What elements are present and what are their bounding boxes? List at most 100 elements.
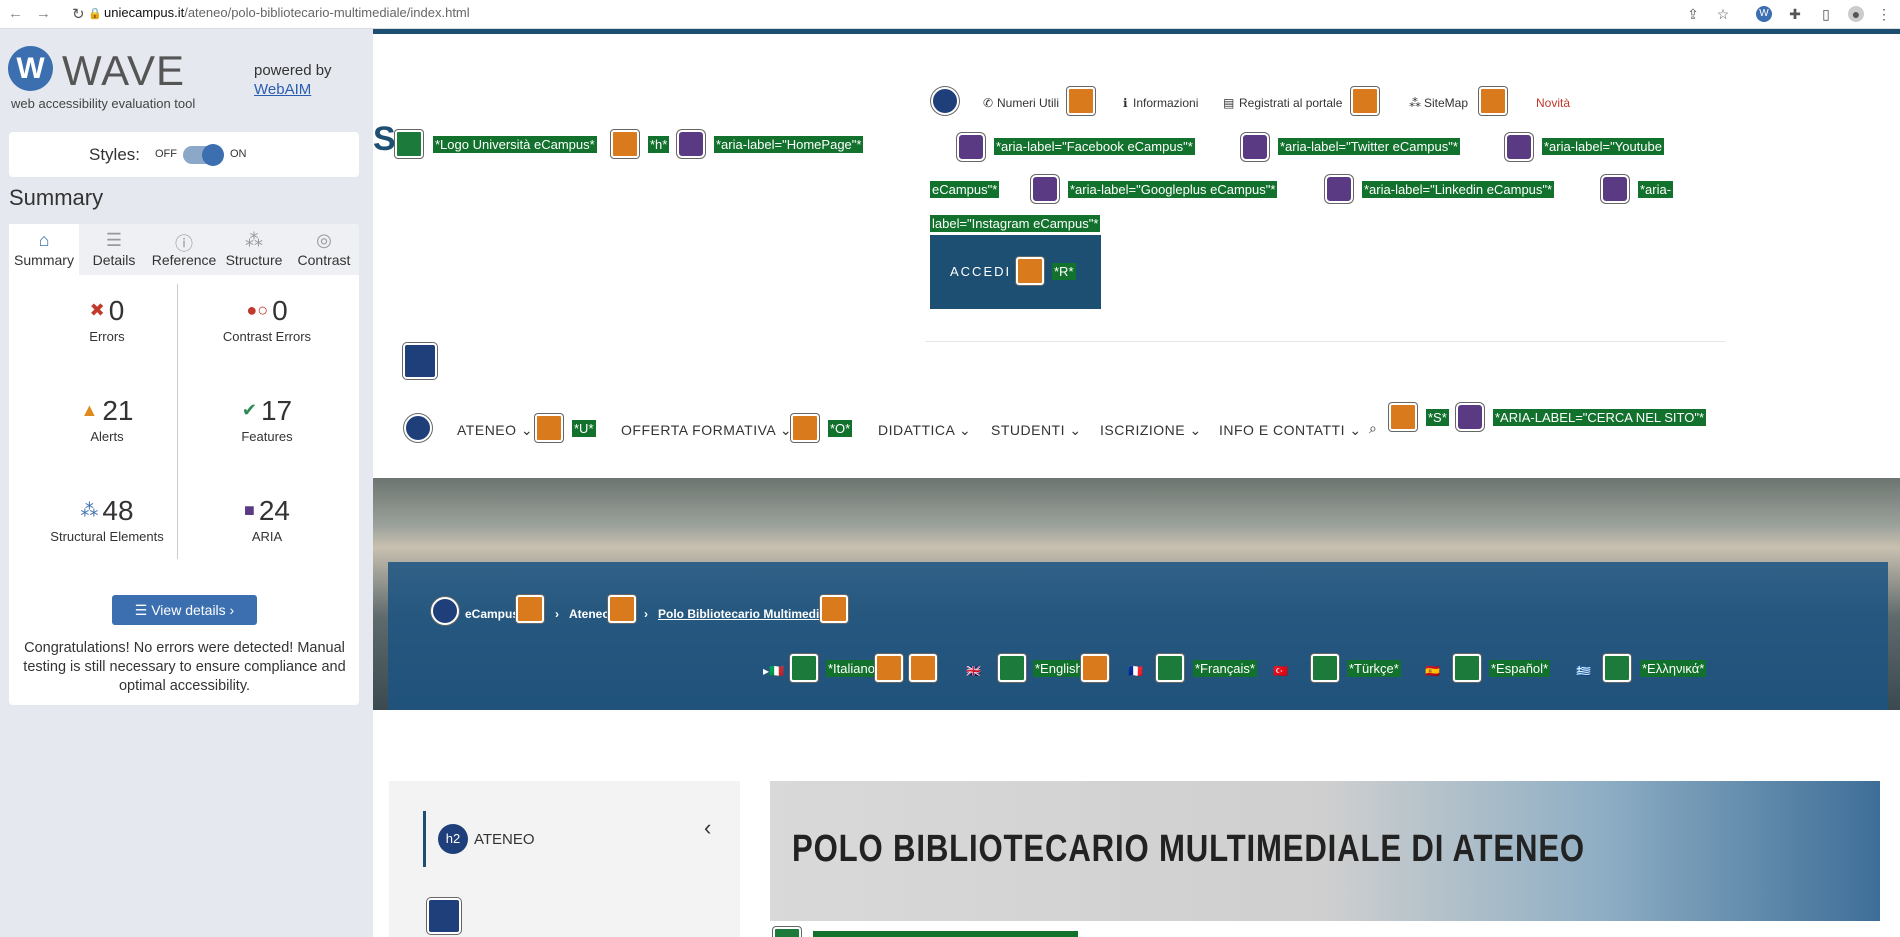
- stat-structural[interactable]: ⁂ 48 Structural Elements: [32, 495, 182, 544]
- top-accent-bar: [373, 29, 1900, 34]
- styles-off-label: OFF: [155, 148, 177, 160]
- contrast-error-icon: ●○: [246, 300, 269, 320]
- wave-tag: eCampus"*: [930, 181, 1000, 198]
- stat-features[interactable]: ✔ 17 Features: [192, 395, 342, 444]
- lang-italiano[interactable]: *Italiano*: [826, 660, 883, 677]
- bookmark-star-icon[interactable]: ☆: [1715, 6, 1731, 22]
- site-logo-letter[interactable]: S: [373, 120, 396, 159]
- toplink-registrati[interactable]: Registrati al portale: [1239, 96, 1342, 110]
- menu-icon[interactable]: ⋮: [1876, 6, 1892, 22]
- breadcrumb-ecampus[interactable]: eCampus: [465, 607, 519, 621]
- wave-alert-icon: [820, 595, 848, 623]
- id-card-icon: ▤: [1223, 96, 1235, 110]
- styles-panel: Styles: OFF ON: [9, 132, 359, 177]
- wave-alert-icon: [535, 414, 563, 442]
- tab-contrast[interactable]: ◎ Contrast: [289, 224, 359, 275]
- hero-band: eCampus › Ateneo › Polo Bibliotecario Mu…: [388, 562, 1888, 710]
- wave-alert-icon: [516, 595, 544, 623]
- view-details-label: View details ›: [151, 602, 235, 618]
- nav-label: STUDENTI: [991, 422, 1065, 438]
- view-details-button[interactable]: ☰ View details ›: [112, 595, 257, 625]
- search-icon[interactable]: ⌕: [1369, 420, 1377, 437]
- reload-icon[interactable]: ↻: [72, 5, 85, 23]
- wave-link-icon: [998, 654, 1026, 682]
- breadcrumb-ateneo[interactable]: Ateneo: [569, 607, 610, 621]
- wave-tag-bar: [813, 931, 1078, 937]
- nav-ateneo[interactable]: ATENEO ⌄: [457, 422, 533, 439]
- chevron-right-icon: ›: [555, 607, 559, 621]
- wave-tag: *U*: [572, 420, 596, 437]
- wave-css-icon: [427, 898, 461, 934]
- toplink-sitemap[interactable]: SiteMap: [1424, 96, 1468, 110]
- contrast-icon: ◎: [316, 230, 332, 250]
- stat-label: Errors: [89, 329, 125, 344]
- stat-errors[interactable]: ✖ 0 Errors: [32, 295, 182, 344]
- divider: [925, 341, 1725, 342]
- spain-flag-icon: 🇪🇸: [1425, 664, 1440, 678]
- wave-tag: *aria-label="Facebook eCampus"*: [994, 138, 1195, 155]
- share-icon[interactable]: ⇪: [1685, 6, 1701, 22]
- nav-offerta-formativa[interactable]: OFFERTA FORMATIVA ⌄: [621, 422, 792, 439]
- back-icon[interactable]: ←: [8, 5, 23, 22]
- wave-aria-icon: [1241, 133, 1269, 161]
- nav-iscrizione[interactable]: ISCRIZIONE ⌄: [1100, 422, 1202, 439]
- aria-icon: ■: [243, 500, 255, 520]
- tab-reference[interactable]: ⓘ Reference: [149, 224, 219, 275]
- tab-label: Contrast: [297, 252, 351, 268]
- lang-greek[interactable]: *Ελληνικά*: [1640, 660, 1707, 677]
- styles-on-label: ON: [230, 148, 247, 160]
- wave-tabbar: ⌂ Summary ☰ Details ⓘ Reference ⁂ Structure …: [9, 224, 359, 275]
- info-icon: ℹ: [1123, 96, 1128, 110]
- wave-list-icon: [404, 414, 432, 442]
- sitemap-icon: ⁂: [1409, 96, 1421, 110]
- stat-contrast-errors[interactable]: ●○ 0 Contrast Errors: [192, 295, 342, 344]
- stat-label: Contrast Errors: [222, 329, 312, 344]
- stat-alerts[interactable]: ▲ 21 Alerts: [32, 395, 182, 444]
- wave-css-icon: [403, 343, 437, 379]
- collapse-chevron-icon[interactable]: ‹: [704, 815, 711, 841]
- nav-info-contatti[interactable]: INFO E CONTATTI ⌄: [1219, 422, 1362, 439]
- webaim-link[interactable]: WebAIM: [254, 81, 311, 98]
- tab-label: Reference: [151, 252, 217, 268]
- webpage: S *Logo Università eCampus* *h* *aria-la…: [373, 29, 1900, 937]
- feature-check-icon: ✔: [241, 400, 257, 420]
- stat-value: 0: [272, 295, 288, 326]
- wave-tag: *O*: [828, 420, 853, 437]
- tab-details[interactable]: ☰ Details: [79, 224, 149, 275]
- tab-summary[interactable]: ⌂ Summary: [9, 224, 79, 275]
- browser-toolbar: ← → ↻ 🔒 uniecampus.it/ateneo/polo-biblio…: [0, 0, 1900, 29]
- wave-extension-icon[interactable]: W: [1756, 6, 1772, 22]
- wave-tag: *aria-label="Linkedin eCampus"*: [1362, 181, 1555, 198]
- lang-turkce[interactable]: *Türkçe*: [1347, 660, 1401, 677]
- address-bar[interactable]: uniecampus.it/ateneo/polo-bibliotecario-…: [104, 5, 470, 20]
- france-flag-icon: 🇫🇷: [1128, 664, 1143, 678]
- toplink-numeri-utili[interactable]: Numeri Utili: [997, 96, 1059, 110]
- stat-aria[interactable]: ■ 24 ARIA: [192, 495, 342, 544]
- extensions-icon[interactable]: ✚: [1787, 6, 1803, 22]
- styles-toggle[interactable]: [183, 144, 224, 166]
- wave-image-icon: [1453, 654, 1481, 682]
- profile-icon[interactable]: ●: [1848, 6, 1864, 22]
- url-host: uniecampus.it: [104, 5, 185, 20]
- wave-aria-icon: [1601, 175, 1629, 203]
- wave-alert-icon: [608, 595, 636, 623]
- tab-structure[interactable]: ⁂ Structure: [219, 224, 289, 275]
- home-icon: ⌂: [38, 230, 50, 250]
- lang-francais[interactable]: *Français*: [1193, 660, 1257, 677]
- nav-studenti[interactable]: STUDENTI ⌄: [991, 422, 1082, 439]
- toplink-informazioni[interactable]: Informazioni: [1133, 96, 1198, 110]
- side-panel-icon[interactable]: ▯: [1818, 6, 1834, 22]
- nav-label: DIDATTICA: [878, 422, 955, 438]
- accedi-label: ACCEDI: [950, 264, 1012, 279]
- breadcrumb-current[interactable]: Polo Bibliotecario Multimediale: [658, 607, 836, 621]
- stat-value: 24: [258, 495, 291, 526]
- toplink-novita[interactable]: Novità: [1536, 96, 1570, 110]
- nav-didattica[interactable]: DIDATTICA ⌄: [878, 422, 971, 439]
- wave-alert-icon: [1389, 403, 1417, 431]
- wave-tag: label="Instagram eCampus"*: [930, 215, 1101, 232]
- accedi-button[interactable]: ACCEDI *R*: [930, 235, 1101, 309]
- forward-icon[interactable]: →: [36, 5, 51, 22]
- wave-link-icon: [395, 130, 423, 158]
- powered-by-label: powered by: [254, 62, 332, 79]
- lang-espanol[interactable]: *Español*: [1489, 660, 1551, 677]
